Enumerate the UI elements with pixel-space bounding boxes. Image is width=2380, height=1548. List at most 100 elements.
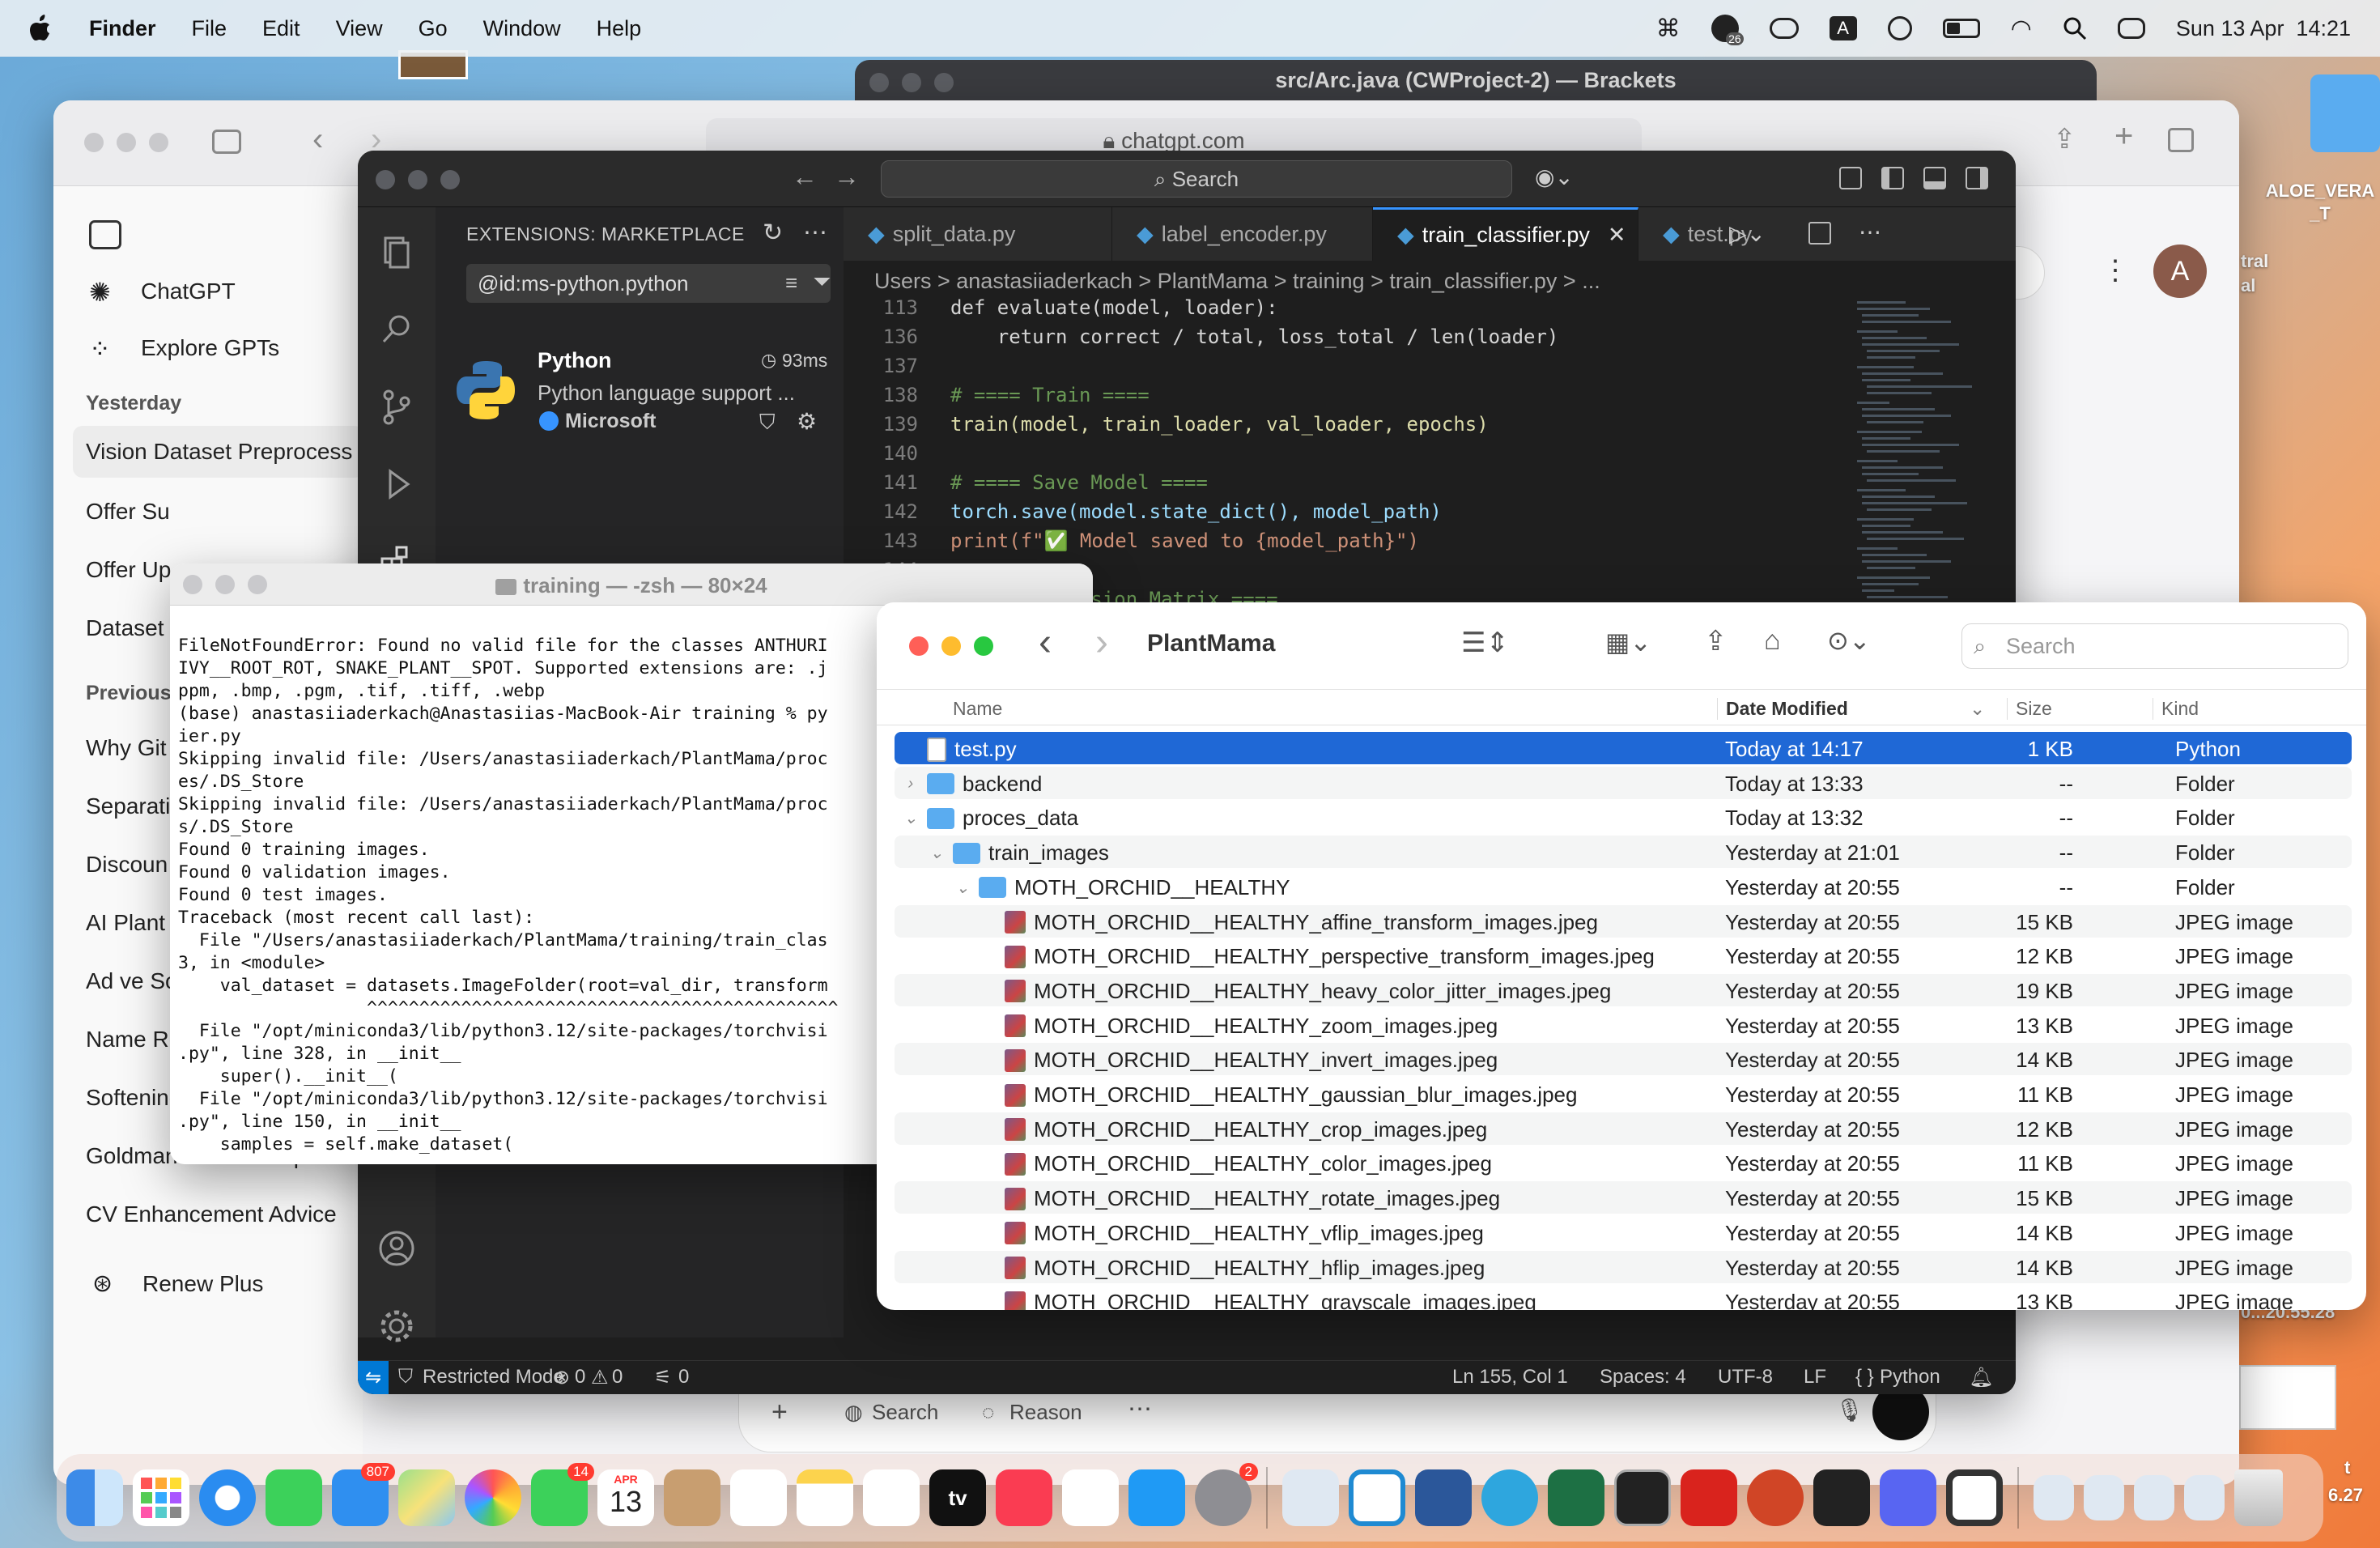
chat-item[interactable]: AI Plant [86, 910, 165, 936]
finder-search-input[interactable]: ⌕ Search [1961, 623, 2348, 669]
accounts-icon[interactable] [377, 1229, 416, 1268]
column-date-modified[interactable]: Date Modified [1717, 698, 1848, 720]
tv-icon[interactable]: tv [929, 1469, 986, 1526]
figma-icon[interactable] [1813, 1469, 1870, 1526]
recent-excel-file-icon[interactable] [2184, 1475, 2225, 1520]
indentation[interactable]: Spaces: 4 [1600, 1366, 1686, 1389]
back-icon[interactable]: ‹ [1039, 620, 1052, 665]
powerpoint-icon[interactable] [1747, 1469, 1804, 1526]
chat-item[interactable]: Offer Su [86, 499, 170, 525]
creative-cloud-icon[interactable] [1769, 18, 1799, 39]
file-row[interactable]: MOTH_ORCHID__HEALTHY_zoom_images.jpeg Yes… [895, 1009, 2352, 1041]
terminal-icon[interactable] [1614, 1469, 1671, 1526]
file-row[interactable]: MOTH_ORCHID__HEALTHY_color_images.jpeg Ye… [895, 1146, 2352, 1179]
recent-file-icon[interactable] [2034, 1475, 2074, 1520]
composer-search[interactable]: Search [872, 1400, 938, 1425]
file-row[interactable]: MOTH_ORCHID__HEALTHY_crop_images.jpeg Yes… [895, 1112, 2352, 1145]
editor-more-icon[interactable]: ⋯ [1859, 219, 1881, 245]
app-store-icon[interactable] [1128, 1469, 1185, 1526]
news-icon[interactable] [1062, 1469, 1119, 1526]
preview-icon[interactable] [1282, 1469, 1339, 1526]
tag-icon[interactable]: ⌂ [1764, 625, 1781, 657]
chat-item[interactable]: Separati [86, 793, 170, 819]
run-debug-icon[interactable] [377, 465, 416, 504]
mail-icon[interactable]: 807 [332, 1463, 395, 1526]
shield-icon[interactable]: ⛉ [759, 410, 776, 436]
sidebar-item-explore[interactable]: Explore GPTs [141, 335, 279, 361]
group-by-icon[interactable]: ▦⌄ [1605, 627, 1651, 657]
calendar-icon[interactable]: APR 13 [597, 1469, 654, 1526]
chat-item[interactable]: Discoun [86, 852, 168, 878]
column-kind[interactable]: Kind [2153, 698, 2199, 720]
launchpad-icon[interactable] [133, 1469, 189, 1526]
status-app-icon[interactable]: 26 [1711, 15, 1744, 45]
photos-icon[interactable] [465, 1469, 521, 1526]
discord-icon[interactable] [1880, 1469, 1936, 1526]
language-mode[interactable]: Python [1880, 1366, 1940, 1389]
battery-icon[interactable] [1942, 19, 1980, 38]
acrobat-icon[interactable] [1681, 1469, 1737, 1526]
file-row[interactable]: MOTH_ORCHID__HEALTHY_invert_images.jpeg Y… [895, 1043, 2352, 1076]
filter-icon[interactable]: ⏷ [813, 269, 831, 296]
chat-item[interactable]: Dataset [86, 615, 164, 641]
trash-icon[interactable] [2234, 1469, 2283, 1526]
cursor-position[interactable]: Ln 155, Col 1 [1452, 1366, 1568, 1389]
sidebar-toggle-icon-2[interactable] [89, 220, 121, 249]
add-icon[interactable]: + [771, 1397, 788, 1428]
line-ending[interactable]: LF [1804, 1366, 1826, 1389]
sidebar-toggle-icon[interactable] [212, 130, 241, 154]
file-row[interactable]: MOTH_ORCHID__HEALTHY_perspective_transfo… [895, 939, 2352, 972]
spotlight-icon[interactable] [2063, 16, 2087, 40]
file-row[interactable]: MOTH_ORCHID__HEALTHY_vflip_images.jpeg Ye… [895, 1216, 2352, 1248]
recent-file-icon[interactable] [2134, 1475, 2174, 1520]
chat-item[interactable]: Why Git [86, 735, 167, 761]
menu-help[interactable]: Help [597, 16, 642, 41]
folder-row[interactable]: ⌄ MOTH_ORCHID__HEALTHY Yesterday at 20:55 -… [895, 870, 2352, 903]
music-icon[interactable] [996, 1469, 1052, 1526]
list-view-icon[interactable]: ☰⇕ [1461, 627, 1509, 659]
more-actions-icon[interactable]: ⋯ [803, 219, 827, 247]
vscode-traffic-lights[interactable] [376, 170, 460, 189]
disclosure-collapsed-icon[interactable]: › [903, 775, 919, 793]
system-settings-icon[interactable]: 2 [1195, 1463, 1258, 1526]
extension-publisher[interactable]: Microsoft [565, 410, 657, 433]
safari-icon[interactable] [199, 1469, 256, 1526]
facetime-icon[interactable]: 14 [531, 1463, 594, 1526]
toggle-sidebar-icon[interactable] [1881, 167, 1904, 189]
desktop-file-thumbnail[interactable] [2239, 1365, 2336, 1430]
notifications-bell-icon[interactable]: 🔔︎ [1969, 1366, 1993, 1389]
tab-overview-icon[interactable] [2168, 128, 2194, 152]
copilot-icon[interactable]: ◉⌄ [1535, 164, 1574, 190]
apple-menu-icon[interactable] [29, 15, 53, 42]
menu-file[interactable]: File [192, 16, 227, 41]
telegram-icon[interactable] [1481, 1469, 1538, 1526]
explorer-icon[interactable] [377, 232, 416, 270]
back-icon[interactable]: ‹ [312, 121, 323, 158]
excel-icon[interactable] [1548, 1469, 1604, 1526]
warning-count[interactable]: 0 [612, 1366, 623, 1389]
ports-count[interactable]: 0 [678, 1366, 689, 1389]
chat-item[interactable]: Offer Up [86, 557, 171, 583]
menu-finder[interactable]: Finder [89, 16, 156, 41]
wifi-icon[interactable]: ◠ [2011, 15, 2032, 43]
source-control-icon[interactable] [377, 387, 416, 426]
sidebar-item-chatgpt[interactable]: ChatGPT [141, 279, 236, 304]
tab-split-data[interactable]: ◆ split_data.py [844, 207, 1112, 261]
toggle-panel-icon[interactable] [1923, 167, 1946, 189]
chat-item[interactable]: Ad ve Sc [86, 968, 176, 994]
close-tab-icon[interactable]: ✕ [1608, 223, 1626, 248]
folder-row[interactable]: › backend Today at 13:33 -- Folder [895, 766, 2352, 799]
file-row[interactable]: MOTH_ORCHID__HEALTHY_rotate_images.jpeg Y… [895, 1181, 2352, 1214]
safari-traffic-lights[interactable] [84, 133, 168, 152]
finder-traffic-lights[interactable] [909, 636, 993, 656]
disclosure-expanded-icon[interactable]: ⌄ [903, 808, 919, 828]
chat-item[interactable]: Vision Dataset Preprocess [86, 439, 352, 465]
chat-item[interactable]: CV Enhancement Advice [86, 1201, 337, 1227]
layout-customize-icon[interactable] [1839, 167, 1862, 189]
more-actions-icon[interactable]: ⊙⌄ [1827, 625, 1871, 656]
extension-name[interactable]: Python [538, 348, 612, 373]
tab-train-classifier[interactable]: ◆ train_classifier.py ✕ [1373, 207, 1638, 261]
messages-icon[interactable] [266, 1469, 322, 1526]
breadcrumb[interactable]: Users > anastasiiaderkach > PlantMama > … [874, 269, 1600, 294]
clock-text[interactable]: Sun 13 Apr 14:21 [2176, 16, 2351, 41]
